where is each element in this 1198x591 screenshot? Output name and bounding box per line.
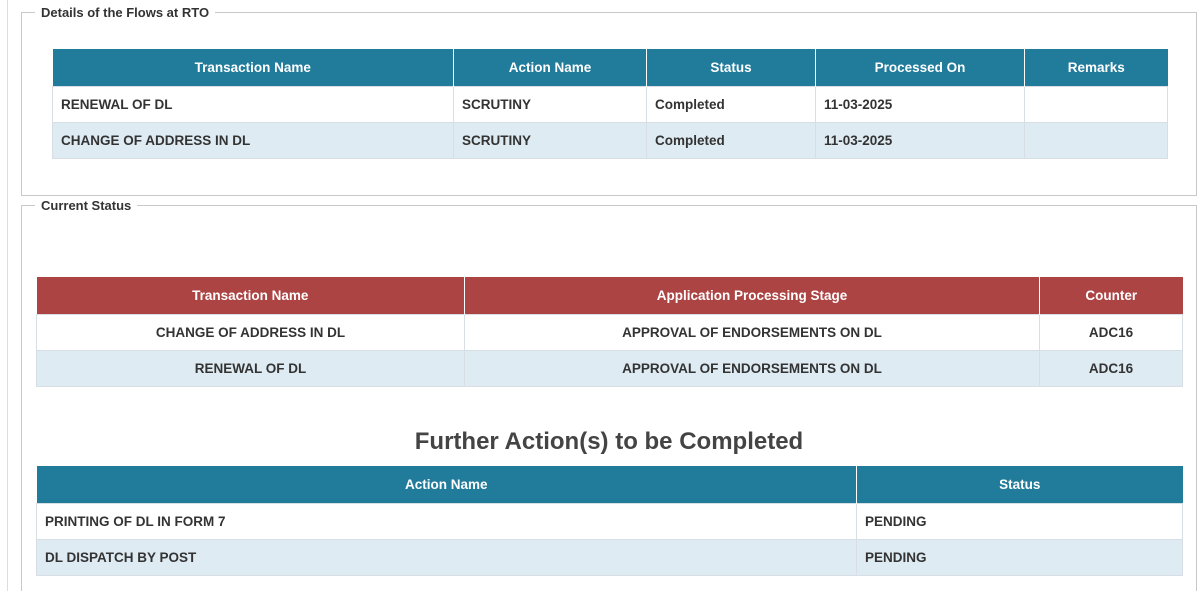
col-header-processed-on: Processed On [815, 49, 1025, 87]
col-header-action-name: Action Name [36, 466, 857, 504]
further-actions-table: Action Name Status PRINTING OF DL IN FOR… [36, 466, 1183, 576]
table-row: RENEWAL OF DL SCRUTINY Completed 11-03-2… [52, 86, 1168, 123]
cell-action-name: SCRUTINY [453, 86, 647, 123]
table-row: DL DISPATCH BY POST PENDING [36, 539, 1183, 576]
table-row: CHANGE OF ADDRESS IN DL APPROVAL OF ENDO… [36, 314, 1183, 351]
cell-counter: ADC16 [1039, 314, 1183, 351]
col-header-status: Status [856, 466, 1183, 504]
cell-status: Completed [646, 122, 816, 159]
cell-status: PENDING [856, 539, 1183, 576]
cell-action-name: SCRUTINY [453, 122, 647, 159]
col-header-counter: Counter [1039, 277, 1183, 315]
flows-header-row: Transaction Name Action Name Status Proc… [52, 49, 1168, 87]
cell-action-name: PRINTING OF DL IN FORM 7 [36, 503, 857, 540]
col-header-transaction-name: Transaction Name [36, 277, 465, 315]
cell-action-name: DL DISPATCH BY POST [36, 539, 857, 576]
status-header-row: Transaction Name Application Processing … [36, 277, 1183, 315]
col-header-processing-stage: Application Processing Stage [464, 277, 1040, 315]
cell-remarks [1024, 122, 1168, 159]
col-header-remarks: Remarks [1024, 49, 1168, 87]
table-row: PRINTING OF DL IN FORM 7 PENDING [36, 503, 1183, 540]
cell-transaction-name: CHANGE OF ADDRESS IN DL [36, 314, 465, 351]
cell-processed-on: 11-03-2025 [815, 86, 1025, 123]
flows-legend: Details of the Flows at RTO [41, 5, 210, 20]
cell-processed-on: 11-03-2025 [815, 122, 1025, 159]
col-header-status: Status [646, 49, 816, 87]
col-header-action-name: Action Name [453, 49, 647, 87]
current-status-table: Transaction Name Application Processing … [36, 277, 1183, 387]
cell-transaction-name: CHANGE OF ADDRESS IN DL [52, 122, 454, 159]
further-header-row: Action Name Status [36, 466, 1183, 504]
cell-processing-stage: APPROVAL OF ENDORSEMENTS ON DL [464, 314, 1040, 351]
cell-transaction-name: RENEWAL OF DL [52, 86, 454, 123]
table-row: CHANGE OF ADDRESS IN DL SCRUTINY Complet… [52, 122, 1168, 159]
left-border [7, 0, 8, 591]
table-row: RENEWAL OF DL APPROVAL OF ENDORSEMENTS O… [36, 350, 1183, 387]
cell-transaction-name: RENEWAL OF DL [36, 350, 465, 387]
cell-remarks [1024, 86, 1168, 123]
page: Details of the Flows at RTO Transaction … [0, 0, 1198, 591]
cell-status: PENDING [856, 503, 1183, 540]
cell-status: Completed [646, 86, 816, 123]
further-actions-title: Further Action(s) to be Completed [414, 428, 804, 455]
flows-table: Transaction Name Action Name Status Proc… [52, 49, 1168, 159]
col-header-transaction-name: Transaction Name [52, 49, 454, 87]
cell-counter: ADC16 [1039, 350, 1183, 387]
current-status-legend: Current Status [41, 198, 132, 213]
cell-processing-stage: APPROVAL OF ENDORSEMENTS ON DL [464, 350, 1040, 387]
